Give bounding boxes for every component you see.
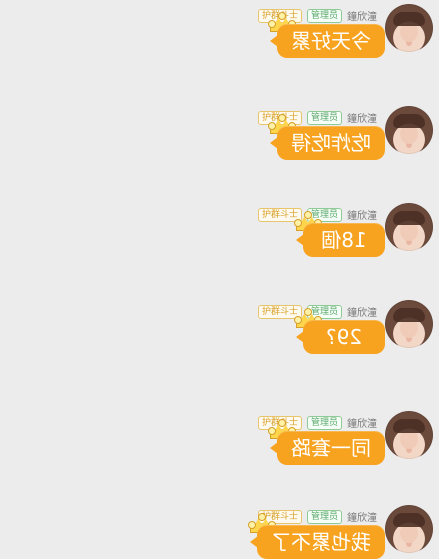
crown-jewel [268,427,276,435]
avatar[interactable] [385,4,433,52]
crown-jewel [278,12,286,20]
message-bubble-wrap: 同一套路 [268,419,385,465]
crown-jewel [294,316,302,324]
username: 鐘欣潼 [347,513,377,524]
message-bubble-wrap: 我也累不了 [248,513,385,559]
crown-jewel [248,521,256,529]
message-bubble-wrap: 18個 [294,211,385,257]
crown-jewel [258,513,266,521]
crown-jewel [294,219,302,227]
admin-badge: 管理员 [306,110,342,125]
admin-badge: 管理员 [306,415,342,430]
avatar[interactable] [385,300,433,348]
username: 鐘欣潼 [347,419,377,430]
message-bubble[interactable]: 29? [303,320,385,354]
crown-jewel [304,211,312,219]
admin-badge: 管理员 [306,8,342,23]
message-bubble[interactable]: 同一套路 [277,431,385,465]
crown-jewel [268,122,276,130]
avatar[interactable] [385,203,433,251]
username: 鐘欣潼 [347,308,377,319]
crown-jewel [278,114,286,122]
message-bubble[interactable]: 我也累不了 [257,525,385,559]
username: 鐘欣潼 [347,12,377,23]
username: 鐘欣潼 [347,114,377,125]
message-bubble-wrap: 吃炸吃得 [268,114,385,160]
message-header: 护群斗士 管理员 鐘欣潼 [257,509,377,524]
avatar[interactable] [385,411,433,459]
admin-badge: 管理员 [306,509,342,524]
avatar[interactable] [385,505,433,553]
message-bubble[interactable]: 18個 [303,223,385,257]
crown-jewel [278,419,286,427]
message-bubble-wrap: 29? [294,308,385,354]
message-bubble[interactable]: 今天好累 [277,24,385,58]
chat-thread: 护群斗士 管理员 鐘欣潼 今天好累 护群斗士 管理员 鐘欣潼 [0,0,439,559]
username: 鐘欣潼 [347,211,377,222]
avatar[interactable] [385,106,433,154]
crown-jewel [304,308,312,316]
message-bubble-wrap: 今天好累 [268,12,385,58]
crown-jewel [268,20,276,28]
message-bubble[interactable]: 吃炸吃得 [277,126,385,160]
